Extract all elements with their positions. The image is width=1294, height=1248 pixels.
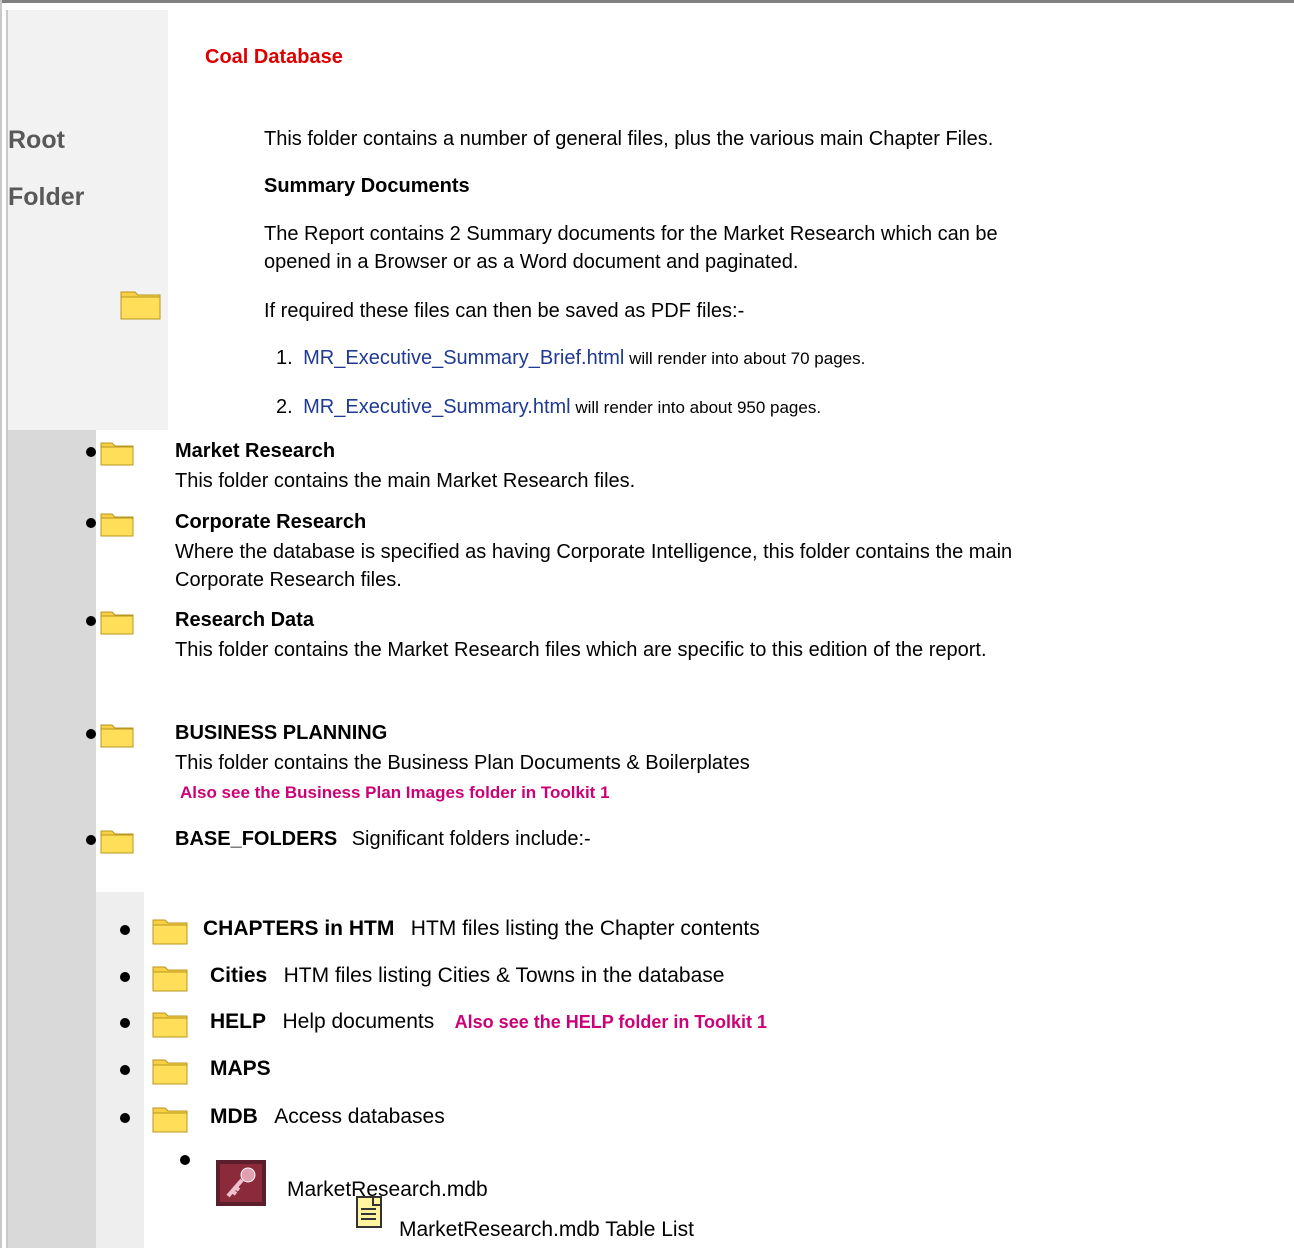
bullet — [120, 972, 130, 982]
brief-summary-link[interactable]: MR_Executive_Summary_Brief.html — [303, 347, 624, 369]
folder-icon[interactable] — [100, 609, 134, 635]
folder-description: Significant folders include:- — [351, 828, 591, 850]
toolkit-note: Also see the HELP folder in Toolkit 1 — [454, 1012, 768, 1032]
folder-icon — [120, 288, 162, 320]
subfolder-description: HTM files listing the Chapter contents — [410, 917, 760, 940]
folder-title-research-data[interactable]: Research Data — [175, 609, 314, 632]
subfolder-row: HELP Help documents Also see the HELP fo… — [210, 1010, 767, 1034]
folder-description: This folder contains the Market Research… — [175, 639, 987, 661]
bullet — [86, 447, 96, 457]
root-label: Root — [8, 126, 65, 154]
executive-summary-link[interactable]: MR_Executive_Summary.html — [303, 396, 570, 418]
bullet — [120, 925, 130, 935]
bullet — [86, 616, 96, 626]
subfolder-title-mdb[interactable]: MDB — [210, 1105, 258, 1128]
folder-title-market-research[interactable]: Market Research — [175, 440, 335, 463]
folder-icon[interactable] — [152, 1010, 188, 1038]
subfolder-title-maps[interactable]: MAPS — [210, 1057, 271, 1080]
page-title: Coal Database — [205, 46, 343, 68]
subfolder-description: Access databases — [274, 1105, 445, 1128]
folder-description: Where the database is specified as havin… — [175, 541, 1013, 563]
subfolder-row: CHAPTERS in HTM HTM files listing the Ch… — [203, 917, 760, 941]
summary-heading: Summary Documents — [264, 175, 470, 197]
subfolder-title-chapters[interactable]: CHAPTERS in HTM — [203, 917, 394, 940]
subfolder-description: HTM files listing Cities & Towns in the … — [283, 964, 725, 987]
table-list-name[interactable]: MarketResearch.mdb Table List — [399, 1218, 694, 1242]
folder-label: Folder — [8, 183, 85, 211]
summary-paragraph-line1: The Report contains 2 Summary documents … — [264, 223, 998, 245]
list-number: 2. — [276, 396, 293, 418]
folder-icon[interactable] — [152, 1105, 188, 1133]
bullet — [86, 518, 96, 528]
pdf-paragraph: If required these files can then be save… — [264, 300, 745, 322]
subfolder-title-cities[interactable]: Cities — [210, 964, 267, 987]
folder-icon[interactable] — [100, 722, 134, 748]
bullet — [180, 1155, 190, 1165]
bullet — [86, 729, 96, 739]
top-border — [0, 0, 1294, 3]
root-folder-panel — [8, 10, 168, 430]
toolkit-note: Also see the Business Plan Images folder… — [180, 783, 610, 802]
base-folders-row: BASE_FOLDERS Significant folders include… — [175, 828, 591, 851]
left-gray-panel — [8, 430, 96, 892]
left-border — [0, 0, 2, 1248]
folder-description: This folder contains the Business Plan D… — [175, 752, 750, 774]
folder-icon[interactable] — [152, 964, 188, 992]
bullet — [120, 1065, 130, 1075]
folder-description: This folder contains the main Market Res… — [175, 470, 636, 492]
list-item: 1. MR_Executive_Summary_Brief.html will … — [276, 347, 865, 370]
subfolder-row: MAPS — [210, 1057, 271, 1081]
folder-description: Corporate Research files. — [175, 569, 402, 591]
bullet — [120, 1018, 130, 1028]
left-gray-panel-lower — [8, 892, 96, 1248]
folder-icon[interactable] — [100, 511, 134, 537]
intro-paragraph: This folder contains a number of general… — [264, 128, 994, 150]
folder-title-business-planning[interactable]: BUSINESS PLANNING — [175, 722, 387, 745]
subfolder-row: Cities HTM files listing Cities & Towns … — [210, 964, 724, 988]
folder-icon[interactable] — [152, 1057, 188, 1085]
access-database-icon[interactable] — [216, 1160, 266, 1206]
folder-icon[interactable] — [100, 440, 134, 466]
subfolder-row: MDB Access databases — [210, 1105, 445, 1129]
list-number: 1. — [276, 347, 293, 369]
mdb-file-name[interactable]: MarketResearch.mdb — [287, 1178, 488, 1202]
list-item-text: will render into about 950 pages. — [570, 398, 822, 417]
subfolder-description: Help documents — [282, 1010, 435, 1033]
folder-title-base-folders[interactable]: BASE_FOLDERS — [175, 828, 337, 850]
document-icon[interactable] — [356, 1196, 386, 1228]
summary-paragraph-line2: opened in a Browser or as a Word documen… — [264, 251, 799, 273]
bullet — [120, 1113, 130, 1123]
folder-icon[interactable] — [152, 917, 188, 945]
bullet — [86, 835, 96, 845]
folder-title-corporate-research[interactable]: Corporate Research — [175, 511, 366, 534]
folder-icon[interactable] — [100, 828, 134, 854]
subfolder-title-help[interactable]: HELP — [210, 1010, 266, 1033]
list-item-text: will render into about 70 pages. — [624, 349, 866, 368]
list-item: 2. MR_Executive_Summary.html will render… — [276, 396, 821, 419]
